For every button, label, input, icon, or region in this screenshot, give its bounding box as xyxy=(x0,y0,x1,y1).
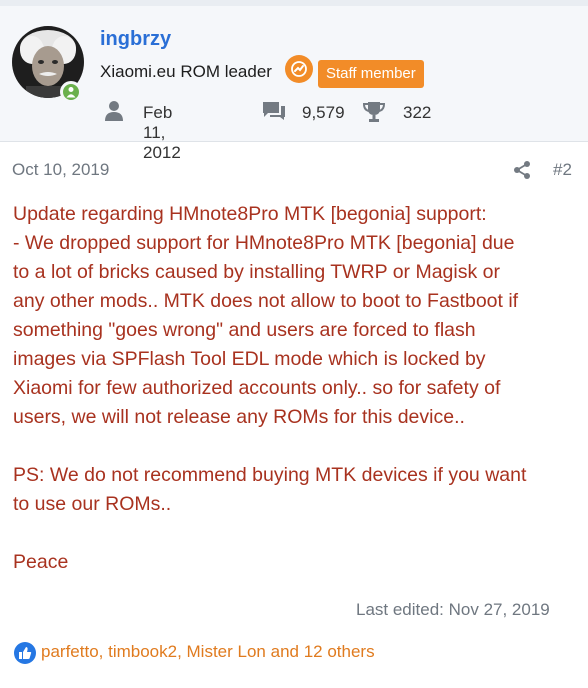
trophy-icon xyxy=(362,100,386,129)
rom-leader-icon xyxy=(285,55,313,83)
message-user-header: ingbrzy Xiaomi.eu ROM leader Staff membe… xyxy=(0,6,588,162)
post-line: any other mods.. MTK does not allow to b… xyxy=(13,290,519,312)
online-status-icon xyxy=(60,81,82,103)
post-number-link[interactable]: #2 xyxy=(553,160,572,180)
share-icon[interactable] xyxy=(512,160,532,185)
reactions-list-link[interactable]: parfetto, timbook2, Mister Lon and 12 ot… xyxy=(41,642,375,662)
post-date[interactable]: Oct 10, 2019 xyxy=(12,160,109,180)
message-count: 9,579 xyxy=(302,103,345,122)
user-icon xyxy=(104,100,124,127)
staff-member-badge: Staff member xyxy=(318,60,424,88)
post-line: users, we will not release any ROMs for … xyxy=(13,406,465,428)
last-edited-note: Last edited: Nov 27, 2019 xyxy=(356,600,550,619)
post-closing: Peace xyxy=(13,551,69,573)
post-line: Update regarding HMnote8Pro MTK [begonia… xyxy=(13,203,487,225)
post-line: images via SPFlash Tool EDL mode which i… xyxy=(13,348,486,370)
post-line: Xiaomi for few authorized accounts only.… xyxy=(13,377,501,399)
trophy-points: 322 xyxy=(403,103,432,122)
messages-icon xyxy=(261,100,287,127)
post-body: Update regarding HMnote8Pro MTK [begonia… xyxy=(13,200,578,577)
post-attribution: Oct 10, 2019 #2 xyxy=(0,142,588,192)
post-ps-line: to use our ROMs.. xyxy=(13,493,172,515)
post-line: something "goes wrong" and users are for… xyxy=(13,319,476,341)
user-title: Xiaomi.eu ROM leader xyxy=(100,62,272,81)
thumbs-up-icon xyxy=(14,642,36,664)
username-link[interactable]: ingbrzy xyxy=(100,28,171,51)
post-line: to a lot of bricks caused by installing … xyxy=(13,261,500,283)
post-line: - We dropped support for HMnote8Pro MTK … xyxy=(13,232,515,254)
post-ps-line: PS: We do not recommend buying MTK devic… xyxy=(13,464,527,486)
